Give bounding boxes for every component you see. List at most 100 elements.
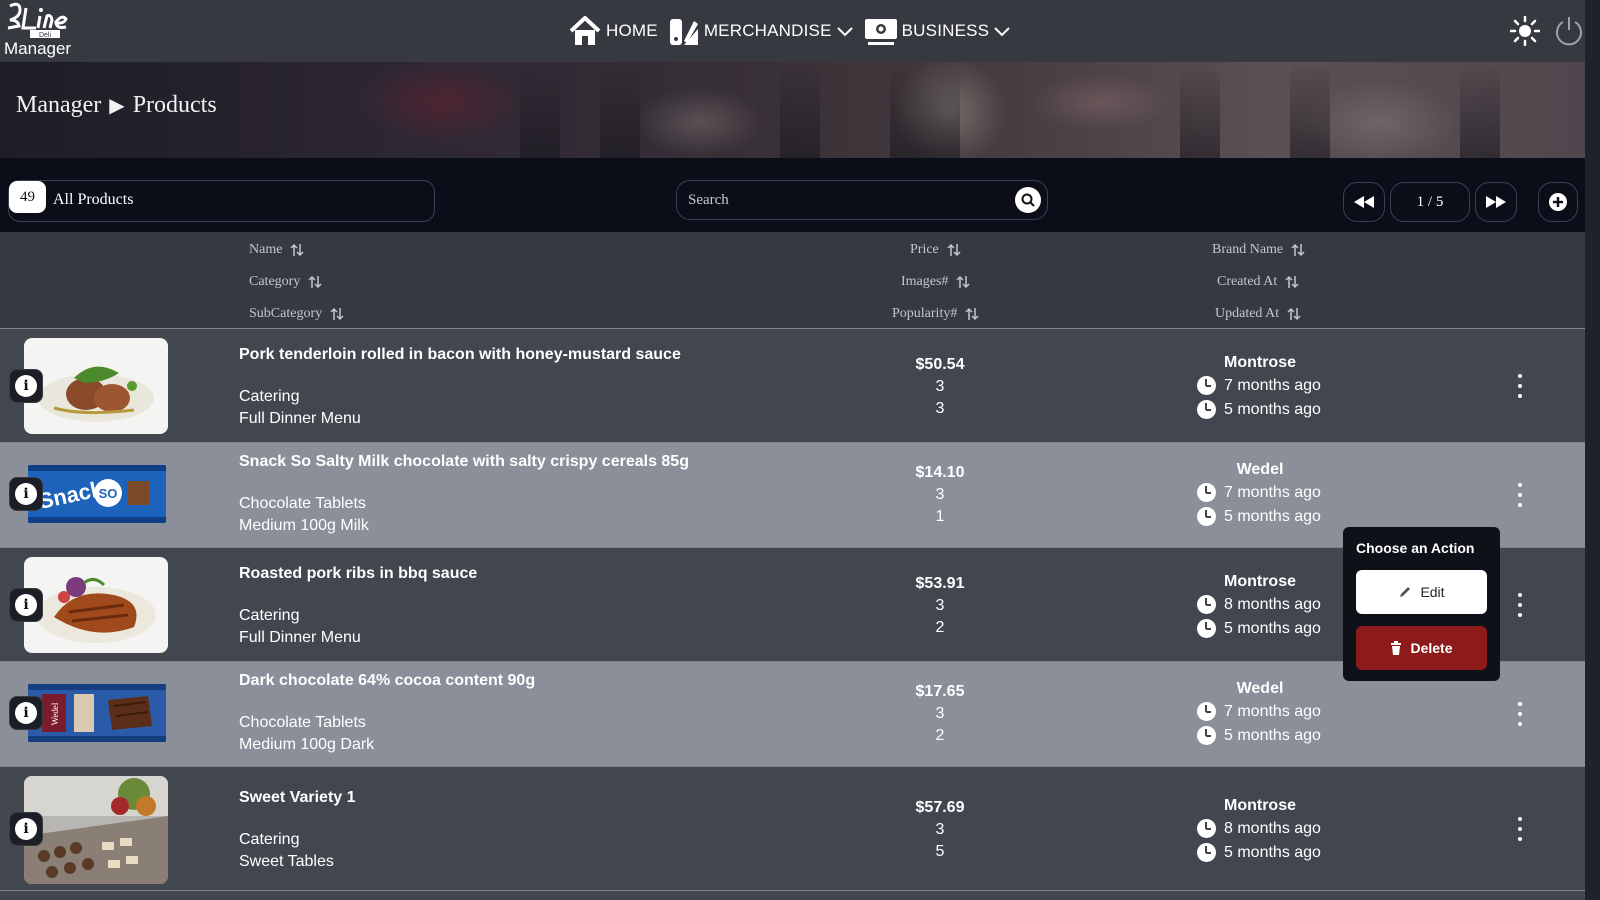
prev-page-button[interactable] [1343,182,1385,222]
filter-label: All Products [53,191,134,208]
page-indicator: 1 / 5 [1390,182,1470,222]
updated-at: 5 months ago [1197,843,1321,862]
product-popularity: 3 [935,400,945,417]
product-price: $50.54 [915,356,965,373]
svg-text:Wedel: Wedel [50,702,60,725]
clock-icon [1197,376,1216,395]
product-thumbnail[interactable] [24,557,168,653]
sort-name[interactable]: Name [249,242,304,258]
info-button[interactable]: i [9,369,43,403]
breadcrumb-root[interactable]: Manager [16,92,101,119]
page-scrollbar[interactable] [1585,0,1600,900]
search-input[interactable] [688,189,988,211]
sort-arrows-icon [956,275,970,289]
info-button[interactable]: i [9,696,43,730]
sort-price-label: Price [910,242,939,257]
sort-category[interactable]: Category [249,274,322,290]
rewind-icon [1354,196,1374,208]
breadcrumb-current: Products [132,92,217,118]
sort-arrows-icon [330,307,344,321]
product-thumbnail[interactable] [24,338,168,434]
updated-at-text: 5 months ago [1224,619,1321,637]
updated-at-text: 5 months ago [1224,726,1321,744]
sort-price[interactable]: Price [910,242,961,258]
sort-updated[interactable]: Updated At [1215,306,1301,322]
table-row[interactable]: i Pork tenderloin rolled in bacon with h… [0,328,1585,442]
sort-arrows-icon [1285,275,1299,289]
edit-button[interactable]: Edit [1356,570,1487,614]
product-category: Chocolate Tablets [239,495,366,512]
trash-icon [1391,641,1402,655]
pencil-icon [1400,587,1411,597]
row-actions-kebab-icon[interactable] [1508,590,1532,620]
sort-popularity[interactable]: Popularity# [892,306,979,322]
nav-business[interactable]: BUSINESS [864,15,1012,47]
product-thumbnail[interactable] [24,776,168,884]
top-right-actions [1508,14,1586,48]
product-images-count: 3 [935,597,945,614]
fast-forward-icon [1486,196,1506,208]
home-icon [569,16,601,45]
search-button[interactable] [1015,187,1041,213]
product-thumbnail[interactable]: Wedel [28,684,166,742]
nav-merchandise[interactable]: MERCHANDISE [668,15,854,47]
next-page-button[interactable] [1475,182,1517,222]
row-actions-kebab-icon[interactable] [1508,814,1532,844]
info-icon: i [15,375,37,397]
created-at-text: 8 months ago [1224,819,1321,837]
product-brand: Wedel [1236,680,1284,697]
app-logo[interactable]: Deli Manager [4,2,84,58]
updated-at: 5 months ago [1197,726,1321,745]
info-button[interactable]: i [9,477,43,511]
created-at: 7 months ago [1197,702,1321,721]
delete-button[interactable]: Delete [1356,626,1487,670]
add-product-button[interactable] [1538,182,1578,222]
clock-icon [1197,619,1216,638]
product-popularity: 2 [935,727,945,744]
list-toolbar: 49 All Products 1 / 5 [0,158,1585,232]
sort-brand[interactable]: Brand Name [1212,242,1305,258]
info-icon: i [15,702,37,724]
table-row[interactable]: i Sweet Variety 1 Catering Sweet Tables … [0,766,1585,890]
sort-arrows-icon [308,275,322,289]
delete-label: Delete [1410,640,1453,656]
product-filter[interactable]: 49 All Products [8,180,435,222]
product-name: Sweet Variety 1 [239,789,356,806]
row-actions-kebab-icon[interactable] [1508,480,1532,510]
product-images-count: 3 [935,378,945,395]
product-name: Snack So Salty Milk chocolate with salty… [239,453,689,470]
action-menu-title: Choose an Action [1356,540,1475,556]
sort-images[interactable]: Images# [901,274,970,290]
main-nav: HOME MERCHANDISE BUSINESS [568,14,1021,48]
product-price: $57.69 [915,799,965,816]
row-actions-kebab-icon[interactable] [1508,699,1532,729]
info-icon: i [15,818,37,840]
created-at: 8 months ago [1197,819,1321,838]
product-price: $14.10 [915,464,965,481]
chevron-down-icon [994,27,1010,37]
sort-arrows-icon [1291,243,1305,257]
logout-button[interactable] [1552,14,1586,48]
product-popularity: 2 [935,619,945,636]
info-button[interactable]: i [9,588,43,622]
clock-icon [1197,726,1216,745]
row-actions-kebab-icon[interactable] [1508,371,1532,401]
next-row-edge [0,890,1585,900]
banner-overlay [0,62,1585,158]
nav-home[interactable]: HOME [568,15,658,47]
plus-circle-icon [1549,193,1567,211]
info-button[interactable]: i [9,812,43,846]
product-thumbnail[interactable]: Snack SO [28,465,166,523]
product-popularity: 5 [935,843,945,860]
product-images-count: 3 [935,486,945,503]
created-at-text: 8 months ago [1224,595,1321,613]
sort-created[interactable]: Created At [1217,274,1299,290]
sun-icon [1510,16,1540,46]
product-category: Catering [239,607,300,624]
theme-toggle-button[interactable] [1508,14,1542,48]
sort-name-label: Name [249,242,283,257]
sort-category-label: Category [249,274,301,289]
clock-icon [1197,819,1216,838]
nav-business-label: BUSINESS [901,21,990,40]
sort-subcategory[interactable]: SubCategory [249,306,344,322]
